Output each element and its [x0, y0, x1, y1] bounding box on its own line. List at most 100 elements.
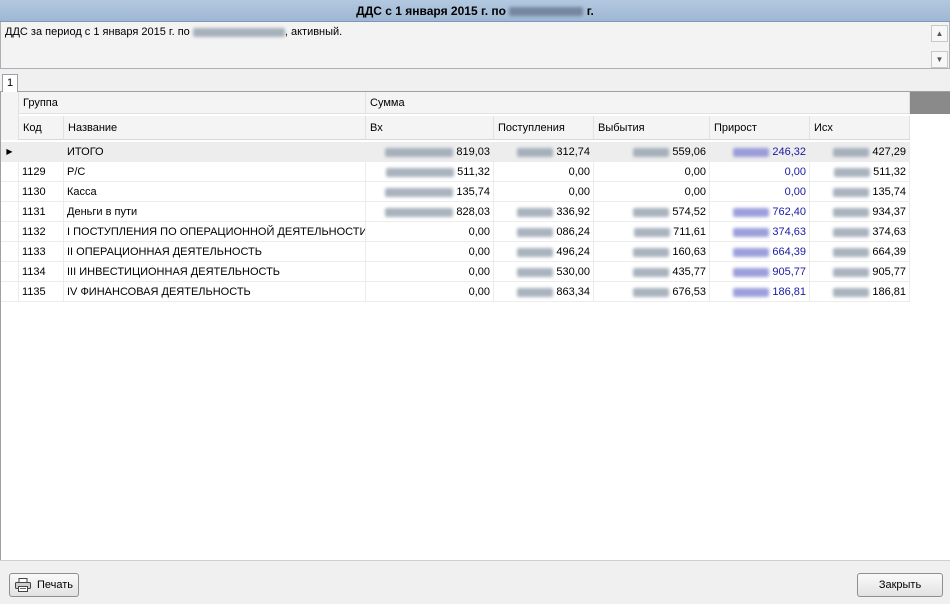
cell-out[interactable]: 374,63: [810, 222, 910, 242]
cell-growth[interactable]: 905,77: [710, 262, 810, 282]
cell-name[interactable]: III ИНВЕСТИЦИОННАЯ ДЕЯТЕЛЬНОСТЬ: [64, 262, 366, 282]
cell-name[interactable]: ИТОГО: [64, 142, 366, 162]
cell-growth[interactable]: 374,63: [710, 222, 810, 242]
memo-text-prefix: ДДС за период с 1 января 2015 г. по: [5, 26, 190, 38]
cell-growth[interactable]: 246,32: [710, 142, 810, 162]
cell-growth[interactable]: 0,00: [710, 162, 810, 182]
scroll-up-icon[interactable]: ▲: [931, 25, 948, 42]
column-header-receipts[interactable]: Поступления: [494, 116, 594, 140]
column-header-growth[interactable]: Прирост: [710, 116, 810, 140]
window-title-bar: ДДС с 1 января 2015 г. по г.: [0, 0, 950, 22]
cell-disposals[interactable]: 676,53: [594, 282, 710, 302]
row-indicator[interactable]: [1, 182, 19, 202]
cell-out[interactable]: 135,74: [810, 182, 910, 202]
cell-growth[interactable]: 664,39: [710, 242, 810, 262]
cell-growth[interactable]: 186,81: [710, 282, 810, 302]
table-row[interactable]: 1132 I ПОСТУПЛЕНИЯ ПО ОПЕРАЦИОННОЙ ДЕЯТЕЛ…: [1, 222, 910, 242]
cell-out[interactable]: 664,39: [810, 242, 910, 262]
column-header-disposals[interactable]: Выбытия: [594, 116, 710, 140]
cell-value: ИТОГО: [67, 146, 104, 158]
column-header-name[interactable]: Название: [64, 116, 366, 140]
cell-value: 0,00: [568, 186, 590, 198]
cell-out[interactable]: 905,77: [810, 262, 910, 282]
memo-scrollbar[interactable]: ▲ ▼: [931, 23, 948, 68]
cell-code[interactable]: 1132: [19, 222, 64, 242]
cell-disposals[interactable]: 711,61: [594, 222, 710, 242]
cell-disposals[interactable]: 160,63: [594, 242, 710, 262]
cell-code[interactable]: 1131: [19, 202, 64, 222]
cell-out[interactable]: 934,37: [810, 202, 910, 222]
table-row[interactable]: 1133 II ОПЕРАЦИОННАЯ ДЕЯТЕЛЬНОСТЬ 0,00 496,…: [1, 242, 910, 262]
row-indicator[interactable]: [1, 202, 19, 222]
cell-receipts[interactable]: 496,24: [494, 242, 594, 262]
cell-value: 0,00: [684, 166, 706, 178]
table-row[interactable]: 1131 Деньги в пути 828,03 336,92 574,52 762,4…: [1, 202, 910, 222]
table-row[interactable]: 1130 Касса 135,74 0,00 0,00 0,00 135,74: [1, 182, 910, 202]
cell-disposals[interactable]: 0,00: [594, 162, 710, 182]
group-header-group[interactable]: Группа: [19, 92, 366, 114]
cell-receipts[interactable]: 086,24: [494, 222, 594, 242]
group-header-sum[interactable]: Сумма: [366, 92, 910, 114]
cell-disposals[interactable]: 435,77: [594, 262, 710, 282]
cell-receipts[interactable]: 530,00: [494, 262, 594, 282]
row-indicator[interactable]: [1, 162, 19, 182]
cell-disposals[interactable]: 574,52: [594, 202, 710, 222]
cell-code[interactable]: 1129: [19, 162, 64, 182]
column-header-code[interactable]: Код: [19, 116, 64, 140]
scroll-down-icon[interactable]: ▼: [931, 51, 948, 68]
cell-code[interactable]: 1134: [19, 262, 64, 282]
cell-name[interactable]: I ПОСТУПЛЕНИЯ ПО ОПЕРАЦИОННОЙ ДЕЯТЕЛЬНОС…: [64, 222, 366, 242]
cell-in[interactable]: 0,00: [366, 222, 494, 242]
cell-in[interactable]: 828,03: [366, 202, 494, 222]
cell-disposals[interactable]: 559,06: [594, 142, 710, 162]
row-indicator[interactable]: [1, 242, 19, 262]
window-title-prefix: ДДС с 1 января 2015 г. по: [356, 4, 506, 18]
cell-name[interactable]: Деньги в пути: [64, 202, 366, 222]
cell-name[interactable]: Касса: [64, 182, 366, 202]
cell-receipts[interactable]: 863,34: [494, 282, 594, 302]
tab-1[interactable]: 1: [2, 74, 18, 92]
cell-in[interactable]: 511,32: [366, 162, 494, 182]
cell-in[interactable]: 135,74: [366, 182, 494, 202]
cell-code[interactable]: 1135: [19, 282, 64, 302]
cell-in[interactable]: 0,00: [366, 242, 494, 262]
row-indicator[interactable]: [1, 262, 19, 282]
cell-growth[interactable]: 762,40: [710, 202, 810, 222]
cell-out[interactable]: 427,29: [810, 142, 910, 162]
cell-receipts[interactable]: 0,00: [494, 182, 594, 202]
close-button[interactable]: Закрыть: [857, 573, 943, 597]
description-memo[interactable]: ДДС за период с 1 января 2015 г. по , ак…: [0, 22, 950, 69]
column-header-in[interactable]: Вх: [366, 116, 494, 140]
cell-code[interactable]: 1133: [19, 242, 64, 262]
cell-code[interactable]: [19, 142, 64, 162]
row-indicator[interactable]: [1, 282, 19, 302]
cell-in[interactable]: 0,00: [366, 262, 494, 282]
redacted-digits: [517, 287, 554, 297]
cell-name[interactable]: Р/С: [64, 162, 366, 182]
table-row[interactable]: 1135 IV ФИНАНСОВАЯ ДЕЯТЕЛЬНОСТЬ 0,00 863,34…: [1, 282, 910, 302]
table-row[interactable]: ▶ ИТОГО 819,03 312,74 559,06 246,32 427,29: [1, 142, 910, 162]
data-grid[interactable]: Группа Сумма Код Название Вх Поступления…: [0, 92, 950, 560]
row-indicator[interactable]: [1, 222, 19, 242]
grid-corner: [910, 92, 950, 114]
cell-out[interactable]: 186,81: [810, 282, 910, 302]
cell-in[interactable]: 819,03: [366, 142, 494, 162]
print-button[interactable]: Печать: [9, 573, 79, 597]
cell-receipts[interactable]: 312,74: [494, 142, 594, 162]
cell-out[interactable]: 511,32: [810, 162, 910, 182]
cell-name[interactable]: IV ФИНАНСОВАЯ ДЕЯТЕЛЬНОСТЬ: [64, 282, 366, 302]
redacted-digits: [733, 207, 770, 217]
table-row[interactable]: 1134 III ИНВЕСТИЦИОННАЯ ДЕЯТЕЛЬНОСТЬ 0,00 5…: [1, 262, 910, 282]
row-pointer-icon[interactable]: ▶: [1, 142, 19, 162]
cell-receipts[interactable]: 336,92: [494, 202, 594, 222]
table-row[interactable]: 1129 Р/С 511,32 0,00 0,00 0,00 511,32: [1, 162, 910, 182]
column-header-out[interactable]: Исх: [810, 116, 910, 140]
cell-disposals[interactable]: 0,00: [594, 182, 710, 202]
cell-in[interactable]: 0,00: [366, 282, 494, 302]
cell-code[interactable]: 1130: [19, 182, 64, 202]
cell-receipts[interactable]: 0,00: [494, 162, 594, 182]
cell-name[interactable]: II ОПЕРАЦИОННАЯ ДЕЯТЕЛЬНОСТЬ: [64, 242, 366, 262]
cell-value: 0,00: [468, 226, 490, 238]
cell-growth[interactable]: 0,00: [710, 182, 810, 202]
window-title-suffix: г.: [586, 4, 594, 18]
